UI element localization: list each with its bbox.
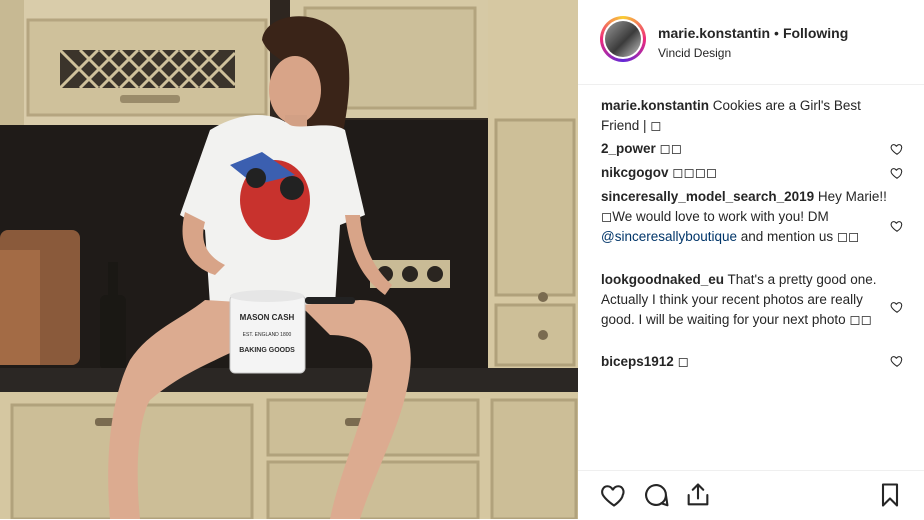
heart-outline-icon[interactable] bbox=[890, 142, 904, 156]
heart-outline-icon[interactable] bbox=[890, 219, 904, 233]
comment-username-link[interactable]: nikcgogov bbox=[601, 165, 669, 180]
heart-outline-icon[interactable] bbox=[600, 481, 628, 509]
comment-text: ◻ bbox=[677, 354, 689, 369]
header-username-link[interactable]: marie.konstantin bbox=[658, 25, 770, 41]
caption: marie.konstantin Cookies are a Girl's Be… bbox=[601, 96, 891, 136]
comment-text: ◻◻ bbox=[659, 141, 682, 156]
tin-label-line3: BAKING GOODS bbox=[239, 347, 295, 354]
bookmark-icon[interactable] bbox=[876, 481, 904, 509]
header-location-link[interactable]: Vincid Design bbox=[658, 46, 731, 60]
action-bar bbox=[578, 470, 924, 520]
post-photo[interactable]: MASON CASH EST. ENGLAND 1800 BAKING GOOD… bbox=[0, 0, 578, 519]
comment-item: nikcgogov ◻◻◻◻ bbox=[601, 163, 891, 183]
comment-text-tail: and mention us ◻◻ bbox=[737, 229, 860, 244]
post-sidebar: marie.konstantin • Following Vincid Design… bbox=[578, 0, 924, 519]
comment-username-link[interactable]: sinceresally_model_search_2019 bbox=[601, 189, 814, 204]
tin-label-line1: MASON CASH bbox=[240, 313, 295, 322]
comment-username-link[interactable]: lookgoodnaked_eu bbox=[601, 272, 724, 287]
comment-item: sinceresally_model_search_2019 Hey Marie… bbox=[601, 187, 891, 247]
following-button[interactable]: Following bbox=[783, 25, 848, 41]
comment-text: ◻◻◻◻ bbox=[672, 165, 718, 180]
heart-outline-icon[interactable] bbox=[890, 354, 904, 368]
comment-bubble-icon[interactable] bbox=[642, 481, 670, 509]
heart-outline-icon[interactable] bbox=[890, 166, 904, 180]
tin-label-line2: EST. ENGLAND 1800 bbox=[243, 332, 292, 338]
instagram-post: MASON CASH EST. ENGLAND 1800 BAKING GOOD… bbox=[0, 0, 924, 519]
comment-item: 2_power ◻◻ bbox=[601, 139, 891, 159]
comment-username-link[interactable]: 2_power bbox=[601, 141, 656, 156]
post-header: marie.konstantin • Following Vincid Design bbox=[578, 0, 924, 85]
avatar[interactable] bbox=[600, 16, 646, 62]
comment-item: biceps1912 ◻ bbox=[601, 352, 891, 372]
share-upload-icon[interactable] bbox=[684, 481, 712, 509]
heart-outline-icon[interactable] bbox=[890, 300, 904, 314]
comment-username-link[interactable]: biceps1912 bbox=[601, 354, 674, 369]
mention-link[interactable]: @sinceresallyboutique bbox=[601, 229, 737, 244]
comment-item: lookgoodnaked_eu That's a pretty good on… bbox=[601, 270, 891, 330]
kitchen-photo-illustration: MASON CASH EST. ENGLAND 1800 BAKING GOOD… bbox=[0, 0, 578, 519]
header-separator: • bbox=[774, 25, 779, 41]
caption-username-link[interactable]: marie.konstantin bbox=[601, 98, 709, 113]
header-user-line: marie.konstantin • Following bbox=[658, 25, 848, 41]
